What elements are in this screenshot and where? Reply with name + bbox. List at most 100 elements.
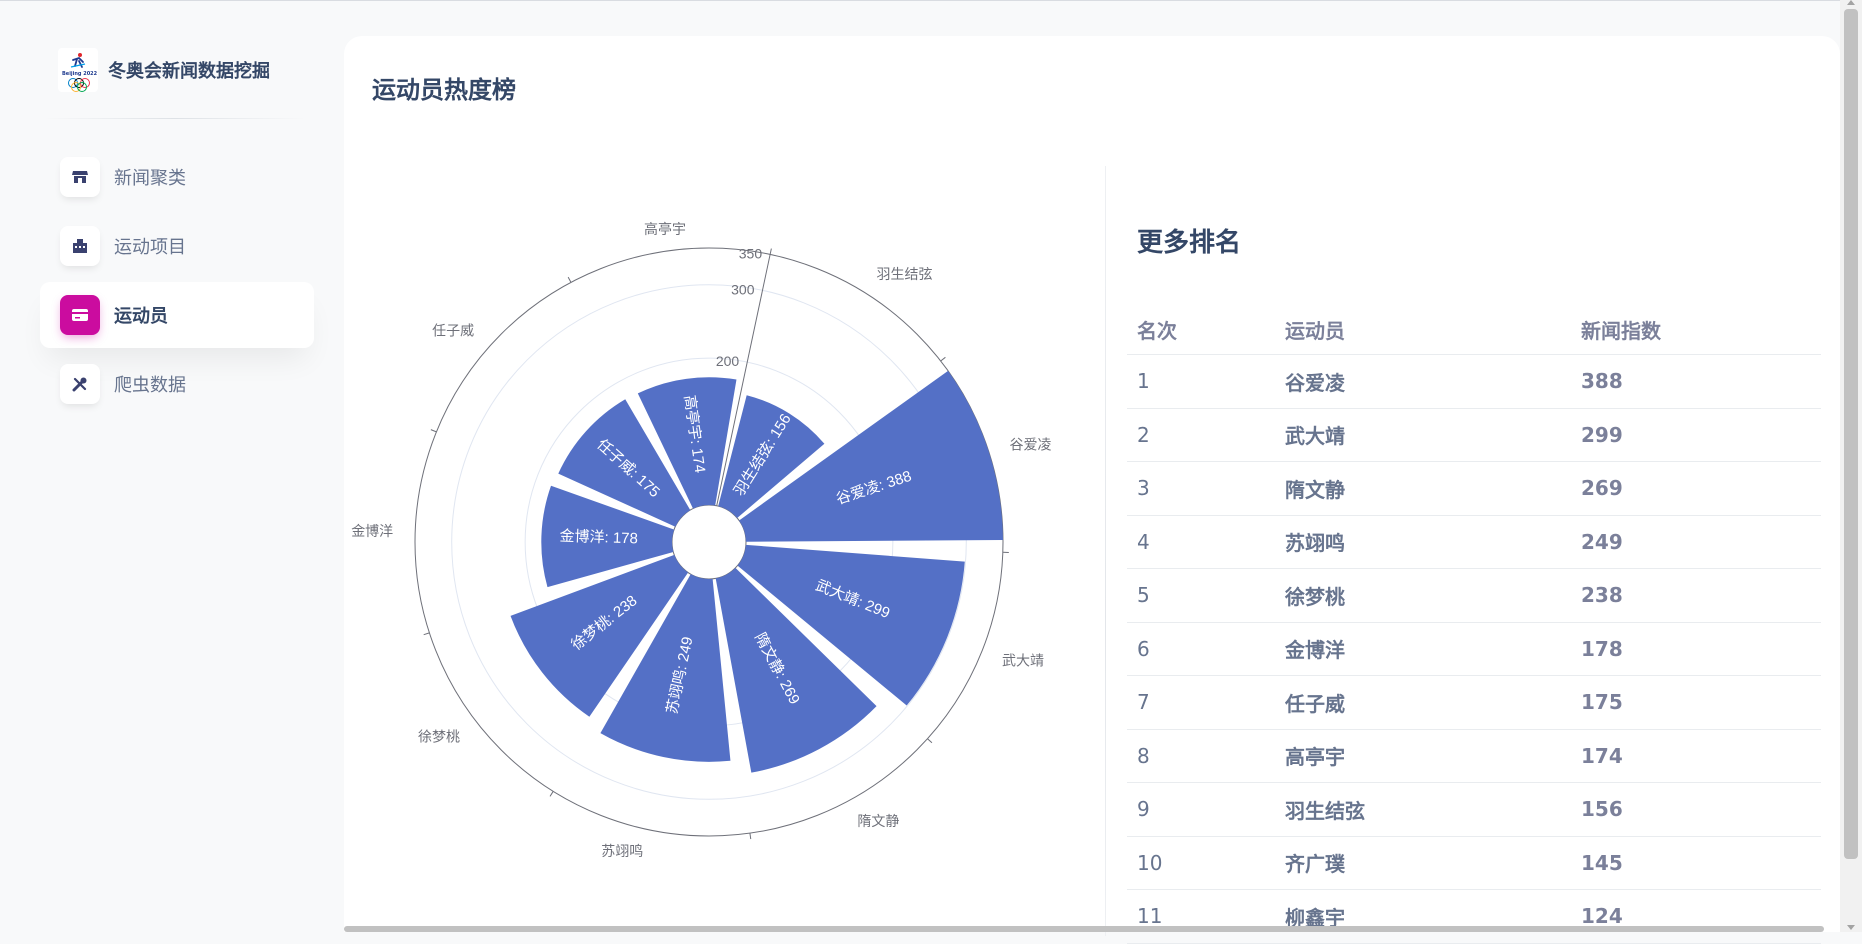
radial-tick-label: 350	[739, 245, 763, 261]
category-label: 苏翊鸣	[601, 843, 643, 859]
table-row: 7任子威175	[1127, 676, 1821, 730]
scrollbar-thumb[interactable]	[1844, 9, 1858, 859]
sidebar-item-label: 爬虫数据	[114, 371, 186, 397]
angle-axis-tick	[770, 249, 771, 255]
vertical-scrollbar[interactable]	[1840, 0, 1862, 932]
table-row: 9羽生结弦156	[1127, 783, 1821, 837]
inner-axis-circle	[672, 505, 746, 579]
angle-axis-tick	[568, 277, 571, 282]
building-icon	[60, 226, 100, 266]
sidebar: Beijing 2022 冬奥会新闻数据挖掘 新闻聚类 运动项目 运	[0, 0, 340, 932]
horizontal-scrollbar[interactable]	[344, 926, 1824, 932]
sidebar-item-news-cluster[interactable]: 新闻聚类	[40, 144, 314, 210]
data-label: 金博洋: 178	[559, 528, 638, 548]
athlete-name-cell: 齐广璞	[1275, 836, 1571, 890]
rank-cell: 4	[1127, 515, 1275, 569]
scroll-down-arrow-icon[interactable]	[1847, 925, 1855, 930]
athlete-polar-chart[interactable]: 200300350羽生结弦: 156谷爱凌: 388武大靖: 299隋文静: 2…	[344, 136, 1088, 876]
sidebar-item-sports[interactable]: 运动项目	[40, 213, 314, 279]
rank-cell: 2	[1127, 408, 1275, 462]
sidebar-nav: 新闻聚类 运动项目 运动员 爬虫数据	[40, 144, 314, 420]
polar-bar-chart[interactable]: 200300350羽生结弦: 156谷爱凌: 388武大靖: 299隋文静: 2…	[344, 136, 1088, 876]
athlete-name-cell: 苏翊鸣	[1275, 515, 1571, 569]
angle-axis-tick	[750, 833, 751, 839]
athlete-name-cell: 隋文静	[1275, 462, 1571, 516]
ranking-title: 更多排名	[1137, 222, 1241, 259]
sidebar-item-athletes[interactable]: 运动员	[40, 282, 314, 348]
rank-cell: 9	[1127, 783, 1275, 837]
athlete-name-cell: 羽生结弦	[1275, 783, 1571, 837]
category-label: 羽生结弦	[876, 266, 932, 282]
news-index-cell: 249	[1571, 515, 1821, 569]
rank-cell: 7	[1127, 676, 1275, 730]
athlete-name-cell: 谷爱凌	[1275, 355, 1571, 409]
rank-cell: 8	[1127, 729, 1275, 783]
sidebar-item-label: 新闻聚类	[114, 164, 186, 190]
ranking-table: 名次 运动员 新闻指数 1谷爱凌3882武大靖2993隋文静2694苏翊鸣249…	[1127, 304, 1821, 944]
news-index-cell: 299	[1571, 408, 1821, 462]
skier-emblem-icon	[69, 52, 87, 70]
radial-tick-label: 300	[731, 281, 755, 297]
angle-axis-tick	[941, 357, 946, 361]
angle-axis-tick	[927, 739, 931, 743]
brand[interactable]: Beijing 2022 冬奥会新闻数据挖掘	[58, 48, 270, 92]
news-index-cell: 178	[1571, 622, 1821, 676]
table-row: 8高亭宇174	[1127, 729, 1821, 783]
table-row: 5徐梦桃238	[1127, 569, 1821, 623]
rank-cell: 1	[1127, 355, 1275, 409]
table-header-row: 名次 运动员 新闻指数	[1127, 304, 1821, 355]
sidebar-item-crawler-data[interactable]: 爬虫数据	[40, 351, 314, 417]
athlete-name-cell: 任子威	[1275, 676, 1571, 730]
category-label: 谷爱凌	[1010, 436, 1052, 452]
news-index-cell: 145	[1571, 836, 1821, 890]
rank-cell: 10	[1127, 836, 1275, 890]
scroll-up-arrow-icon[interactable]	[1847, 0, 1855, 5]
athlete-name-cell: 武大靖	[1275, 408, 1571, 462]
table-row: 3隋文静269	[1127, 462, 1821, 516]
news-index-cell: 174	[1571, 729, 1821, 783]
news-index-cell: 175	[1571, 676, 1821, 730]
angle-axis-tick	[431, 430, 437, 432]
sidebar-divider	[44, 118, 306, 119]
rank-cell: 5	[1127, 569, 1275, 623]
angle-axis-tick	[550, 791, 553, 796]
athlete-name-cell: 柳鑫宇	[1275, 890, 1571, 944]
table-row: 2武大靖299	[1127, 408, 1821, 462]
category-label: 金博洋	[351, 523, 393, 539]
table-row: 4苏翊鸣249	[1127, 515, 1821, 569]
rank-cell: 11	[1127, 890, 1275, 944]
column-header-rank: 名次	[1127, 304, 1275, 355]
shop-icon	[60, 157, 100, 197]
ranking-table-body: 1谷爱凌3882武大靖2993隋文静2694苏翊鸣2495徐梦桃2386金博洋1…	[1127, 355, 1821, 944]
main-card: 运动员热度榜 200300350羽生结弦: 156谷爱凌: 388武大靖: 29…	[344, 36, 1840, 932]
news-index-cell: 124	[1571, 890, 1821, 944]
panel-divider	[1105, 166, 1106, 936]
news-index-cell: 238	[1571, 569, 1821, 623]
olympic-logo: Beijing 2022	[58, 48, 98, 92]
angle-axis-tick	[424, 633, 430, 635]
category-label: 徐梦桃	[418, 729, 460, 745]
athlete-name-cell: 金博洋	[1275, 622, 1571, 676]
sidebar-item-label: 运动员	[114, 302, 168, 328]
table-row: 10齐广璞145	[1127, 836, 1821, 890]
athlete-name-cell: 高亭宇	[1275, 729, 1571, 783]
sidebar-item-label: 运动项目	[114, 233, 186, 259]
category-label: 任子威	[432, 323, 474, 339]
category-label: 武大靖	[1002, 652, 1044, 668]
table-row: 6金博洋178	[1127, 622, 1821, 676]
logo-text: Beijing 2022	[62, 71, 97, 77]
page-title: 运动员热度榜	[372, 70, 516, 105]
rank-cell: 3	[1127, 462, 1275, 516]
column-header-news-index: 新闻指数	[1571, 304, 1821, 355]
column-header-athlete: 运动员	[1275, 304, 1571, 355]
table-row: 11柳鑫宇124	[1127, 890, 1821, 944]
athlete-name-cell: 徐梦桃	[1275, 569, 1571, 623]
radial-tick-label: 200	[716, 353, 740, 369]
news-index-cell: 156	[1571, 783, 1821, 837]
olympic-ring-icon	[77, 82, 87, 92]
app-title: 冬奥会新闻数据挖掘	[108, 57, 270, 83]
rank-cell: 6	[1127, 622, 1275, 676]
category-label: 隋文静	[857, 813, 899, 829]
news-index-cell: 388	[1571, 355, 1821, 409]
tools-icon	[60, 364, 100, 404]
